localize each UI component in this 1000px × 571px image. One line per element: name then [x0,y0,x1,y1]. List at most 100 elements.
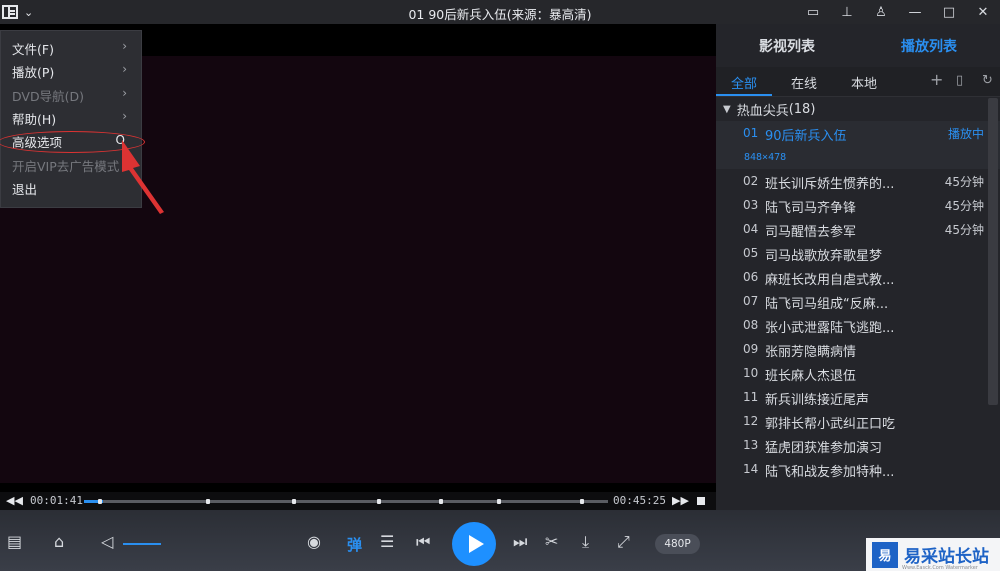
episode-title: 班长训斥娇生惯养的... [765,177,895,192]
toolbox-icon[interactable]: ▤ [7,532,22,551]
list-item[interactable]: 12 郭排长帮小武纠正口吃 [716,409,1000,433]
menu-item-label: 文件(F) [12,42,54,58]
episode-title: 猛虎团获准参加演习 [765,441,883,456]
menu-item-label: DVD导航(D) [12,88,84,104]
chevron-down-icon: ▼ [723,103,731,115]
episode-number: 12 [743,414,759,428]
fullscreen-icon[interactable]: ⤢ [617,532,630,552]
play-button[interactable] [452,522,496,566]
list-item[interactable]: 10 班长麻人杰退伍 [716,361,1000,385]
list-item[interactable]: 09 张丽芳隐瞒病情 [716,337,1000,361]
minimize-icon[interactable]: — [898,0,932,24]
progress-row: ◀◀ 00:01:41 00:45:25 ▶▶ [0,492,716,510]
scissors-icon[interactable]: ✂ [545,532,558,551]
group-title: 热血尖兵 [736,103,789,119]
episode-duration: 45分钟 [944,175,984,189]
menu-item-label: 帮助(H) [12,112,57,128]
list-item[interactable]: 05 司马战歌放弃歌星梦 [716,241,1000,265]
episode-duration: 45分钟 [944,223,984,237]
list-item[interactable]: 08 张小武泄露陆飞逃跑... [716,313,1000,337]
menu-item-help[interactable]: 帮助(H) › [1,107,141,130]
episode-number: 08 [743,318,759,332]
episode-number: 09 [743,342,759,356]
chapter-marker [206,499,210,504]
list-item[interactable]: 07 陆飞司马组成“反麻... [716,289,1000,313]
playlist-panel: 影视列表 播放列表 全部 在线 本地 + ▯ ↻ ▼ 热血尖兵 (18) 01 … [716,24,1000,510]
tab-playlist[interactable]: 播放列表 [858,24,1000,67]
playlist-scrollbar[interactable] [988,98,998,405]
list-item[interactable]: 14 陆飞和战友参加特种... [716,457,1000,481]
episode-number: 05 [743,246,759,260]
danmu-button[interactable]: 弹 [347,534,362,555]
total-time: 00:45:25 [613,494,666,507]
pin-icon[interactable]: ⊥ [830,0,864,24]
episode-number: 10 [743,366,759,380]
volume-icon[interactable]: ◁ [101,532,113,551]
previous-icon[interactable]: ⏮ [416,532,430,552]
chevron-right-icon: › [122,62,127,77]
maximize-icon[interactable]: □ [932,0,966,24]
episode-title: 张小武泄露陆飞逃跑... [765,321,895,336]
open-folder-icon[interactable]: ⌂ [54,532,64,551]
list-item[interactable]: 03 陆飞司马齐争锋 45分钟 [716,193,1000,217]
menu-item-label: 退出 [12,181,38,197]
episode-title: 班长麻人杰退伍 [765,369,857,384]
control-bar: ▤ ⌂ ◁ ◉ 弹 ☰ ⏮ ⏭ ✂ ⤓ ⤢ 480P [0,510,1000,571]
episode-number: 04 [743,222,759,236]
eye-protection-icon[interactable]: ◉ [307,532,321,551]
menu-item-play[interactable]: 播放(P) › [1,60,141,83]
current-time: 00:01:41 [30,494,83,507]
stop-icon[interactable] [697,497,705,505]
chapter-marker [497,499,501,504]
watermark-text: 易采站长站 [904,547,989,567]
list-item[interactable]: 01 90后新兵入伍 播放中 848×478 [716,121,1000,169]
chapter-marker [292,499,296,504]
add-icon[interactable]: + [930,70,943,89]
playlist-group[interactable]: ▼ 热血尖兵 (18) [716,97,1000,121]
download-icon[interactable]: ⤓ [582,532,589,552]
subtab-online[interactable]: 在线 [791,73,817,92]
episode-number: 03 [743,198,759,212]
skin-icon[interactable]: ♙ [864,0,898,24]
episode-title: 司马战歌放弃歌星梦 [765,249,883,264]
list-item[interactable]: 11 新兵训练接近尾声 [716,385,1000,409]
tab-video-list[interactable]: 影视列表 [716,24,858,67]
close-icon[interactable]: ✕ [966,0,1000,24]
quality-button[interactable]: 480P [655,534,700,554]
list-item[interactable]: 13 猛虎团获准参加演习 [716,433,1000,457]
episode-number: 01 [743,126,759,140]
group-count: (18) [788,101,816,117]
message-icon[interactable]: ▭ [796,0,830,24]
menu-item-dvd[interactable]: DVD导航(D) › [1,84,141,107]
subtabs: 全部 在线 本地 + ▯ ↻ [716,67,1000,97]
volume-slider[interactable] [123,543,161,545]
loop-icon[interactable]: ↻ [982,73,993,88]
chevron-right-icon: › [122,39,127,53]
menu-item-file[interactable]: 文件(F) › [1,37,141,60]
subtab-local[interactable]: 本地 [851,73,877,92]
episode-list: 01 90后新兵入伍 播放中 848×478 02 班长训斥娇生惯养的... 45分… [716,121,1000,481]
rewind-icon[interactable]: ◀◀ [6,494,23,507]
fast-forward-icon[interactable]: ▶▶ [672,494,689,507]
list-item[interactable]: 02 班长训斥娇生惯养的... 45分钟 [716,169,1000,193]
chapter-marker [98,499,102,504]
episode-duration: 45分钟 [944,199,984,213]
episode-number: 14 [743,462,759,476]
episode-number: 07 [743,294,759,308]
episode-duration: 播放中 [947,127,984,141]
list-item[interactable]: 06 麻班长改用自虐式教... [716,265,1000,289]
watermark-subtext: Www.Easck.Com Watermarker [902,565,978,571]
seek-bar[interactable] [84,499,608,504]
episode-title: 陆飞司马组成“反麻... [765,297,889,312]
episode-title: 张丽芳隐瞒病情 [765,345,857,360]
list-item[interactable]: 04 司马醒悟去参军 45分钟 [716,217,1000,241]
chapter-marker [377,499,381,504]
episode-title: 90后新兵入伍 [765,129,847,144]
subtab-all[interactable]: 全部 [731,73,757,92]
file-icon[interactable]: ▯ [956,73,963,88]
episode-number: 13 [743,438,759,452]
annotation-arrow-icon [122,140,164,214]
next-icon[interactable]: ⏭ [513,532,527,552]
episode-number: 06 [743,270,759,284]
settings-sliders-icon[interactable]: ☰ [380,532,394,551]
